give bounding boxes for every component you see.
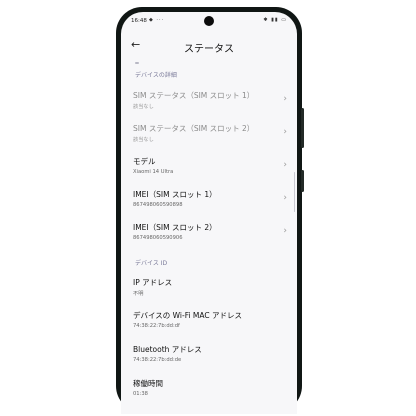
app-header: ← ステータス [121,34,297,58]
row-label: SIM ステータス（SIM スロット 1） [133,91,255,100]
section-header-device-details: デバイスの詳細 [135,72,177,79]
front-camera [204,16,214,26]
row-label: 稼働時間 [133,379,163,388]
scrolled-content-edge [135,62,139,64]
row-label: デバイスの Wi-Fi MAC アドレス [133,311,243,320]
status-time: 16:48 [131,18,147,24]
chevron-right-icon: › [283,193,287,203]
row-value: 01:38 [133,391,148,397]
row-bluetooth-address[interactable]: Bluetooth アドレス 74:38:22:7b:dd:de [121,344,297,372]
volume-button [301,108,304,148]
row-label: IP アドレス [133,278,173,287]
row-value: 該当なし [133,137,154,143]
system-status-icons: ✱ ▮▮ ▭ [263,17,287,23]
row-value: Xiaomi 14 Ultra [133,169,174,175]
row-value: 該当なし [133,104,154,110]
chevron-right-icon: › [283,94,287,104]
row-label: SIM ステータス（SIM スロット 2） [133,124,255,133]
row-wifi-mac-address[interactable]: デバイスの Wi-Fi MAC アドレス 74:38:22:7b:dd:df [121,310,297,338]
row-label: Bluetooth アドレス [133,345,202,354]
notification-icons: ◆ ··· [149,17,165,23]
row-value: 74:38:22:7b:dd:de [133,357,182,363]
chevron-right-icon: › [283,127,287,137]
power-button [301,170,304,192]
page-title: ステータス [184,44,234,55]
row-label: IMEI（SIM スロット 2） [133,223,217,232]
row-ip-address[interactable]: IP アドレス 不明 [121,277,297,305]
row-uptime[interactable]: 稼働時間 01:38 [121,378,297,406]
chevron-right-icon: › [283,226,287,236]
row-label: モデル [133,157,156,166]
chevron-right-icon: › [283,160,287,170]
row-value: 867498060590906 [133,235,183,241]
row-value: 74:38:22:7b:dd:df [133,323,180,329]
row-imei-slot-1[interactable]: IMEI（SIM スロット 1） 867498060590898 › [121,189,297,217]
row-value: 不明 [133,291,144,297]
row-value: 867498060590898 [133,202,183,208]
section-header-device-id: デバイス ID [135,260,168,267]
row-sim-status-slot-1[interactable]: SIM ステータス（SIM スロット 1） 該当なし › [121,90,297,118]
row-imei-slot-2[interactable]: IMEI（SIM スロット 2） 867498060590906 › [121,222,297,250]
screen: 16:48 ◆ ··· ✱ ▮▮ ▭ ← ステータス デバイスの詳細 SIM ス… [121,12,297,414]
scrollbar[interactable] [293,172,295,212]
row-sim-status-slot-2[interactable]: SIM ステータス（SIM スロット 2） 該当なし › [121,123,297,151]
row-label: IMEI（SIM スロット 1） [133,190,217,199]
row-model[interactable]: モデル Xiaomi 14 Ultra › [121,156,297,184]
